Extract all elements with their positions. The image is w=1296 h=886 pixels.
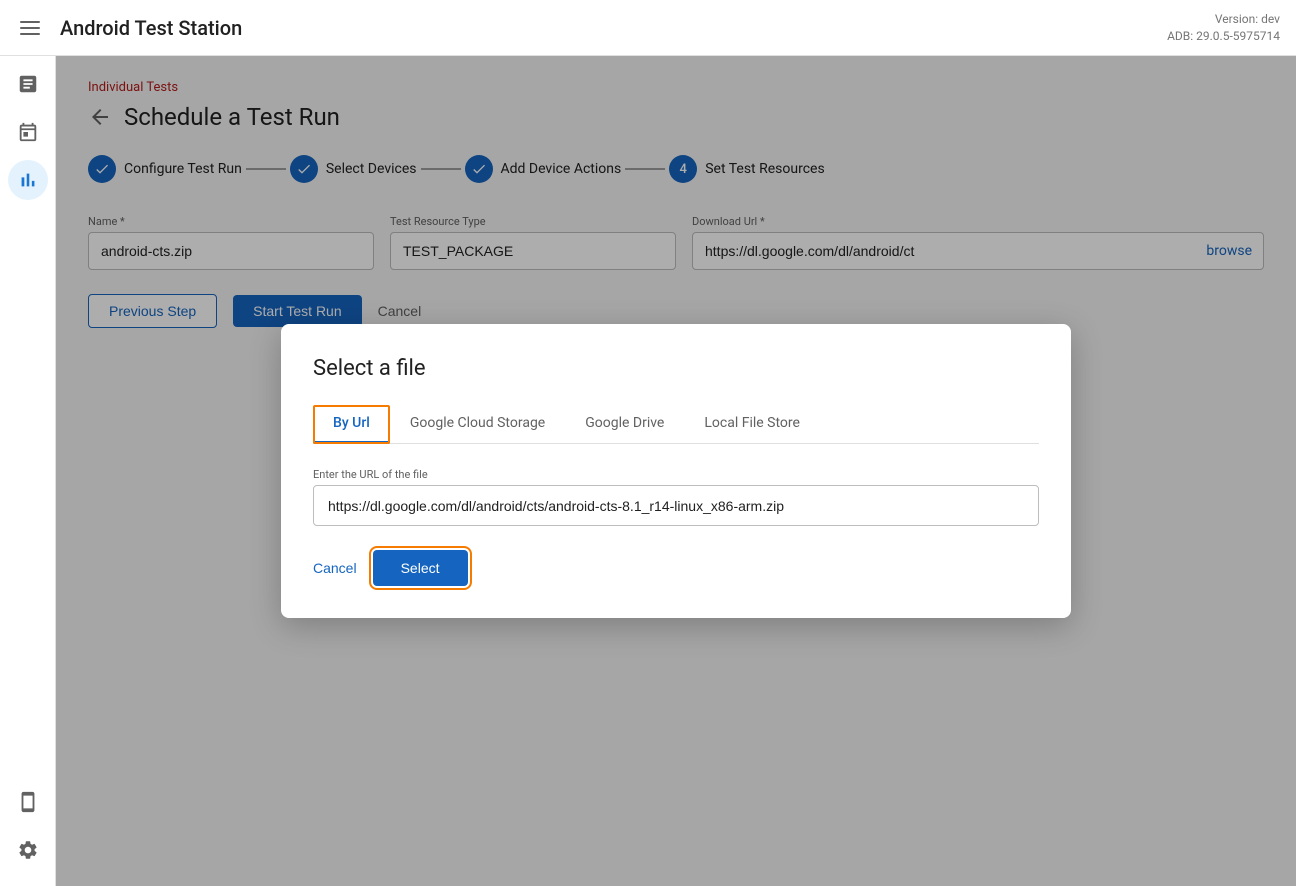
select-file-dialog: Select a file By Url Google Cloud Storag…: [281, 324, 1071, 618]
modal-overlay: Select a file By Url Google Cloud Storag…: [56, 56, 1296, 886]
dialog-cancel-button[interactable]: Cancel: [313, 560, 357, 576]
dialog-select-button[interactable]: Select: [373, 550, 468, 586]
sidebar-item-tests[interactable]: [8, 64, 48, 104]
dialog-tabs: By Url Google Cloud Storage Google Drive…: [313, 405, 1039, 444]
dialog-url-input[interactable]: [328, 498, 1024, 514]
sidebar-item-schedule[interactable]: [8, 112, 48, 152]
tab-local-file-store[interactable]: Local File Store: [684, 405, 820, 444]
sidebar-item-settings[interactable]: [8, 830, 48, 870]
dialog-action-buttons: Cancel Select: [313, 550, 1039, 586]
dialog-title: Select a file: [313, 356, 1039, 381]
topbar-left: Android Test Station: [16, 16, 242, 40]
app-title: Android Test Station: [60, 16, 242, 40]
dialog-url-label: Enter the URL of the file: [313, 468, 1039, 481]
dialog-url-wrap[interactable]: [313, 485, 1039, 526]
topbar: Android Test Station Version: dev ADB: 2…: [0, 0, 1296, 56]
content-area: Individual Tests Schedule a Test Run Con…: [56, 56, 1296, 886]
tab-google-drive[interactable]: Google Drive: [565, 405, 684, 444]
main-layout: Individual Tests Schedule a Test Run Con…: [0, 56, 1296, 886]
tab-google-cloud-storage[interactable]: Google Cloud Storage: [390, 405, 565, 444]
version-info: Version: dev ADB: 29.0.5-5975714: [1167, 11, 1280, 45]
tab-by-url[interactable]: By Url: [313, 405, 390, 444]
sidebar-item-analytics[interactable]: [8, 160, 48, 200]
sidebar: [0, 56, 56, 886]
sidebar-item-devices[interactable]: [8, 782, 48, 822]
menu-icon[interactable]: [16, 17, 44, 39]
